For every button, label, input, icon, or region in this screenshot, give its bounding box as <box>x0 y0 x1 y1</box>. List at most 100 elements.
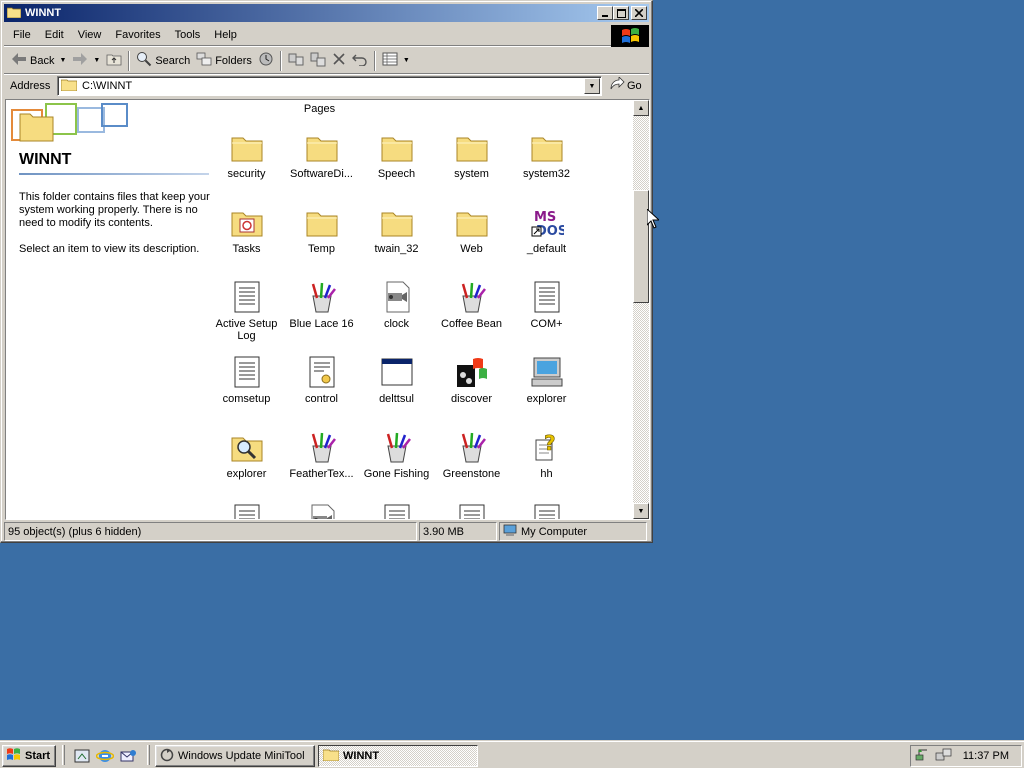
vertical-scrollbar[interactable]: ▲ ▼ <box>633 100 649 519</box>
forward-button[interactable]: ▼ <box>69 50 103 72</box>
list-item[interactable] <box>359 503 434 519</box>
clock[interactable]: 11:37 PM <box>963 750 1009 762</box>
list-item-label: COM+ <box>530 318 563 330</box>
partial-item-label: Pages <box>303 103 336 115</box>
close-button[interactable] <box>631 6 647 20</box>
list-item[interactable]: Active Setup Log <box>209 280 284 342</box>
folder-view: WINNT This folder contains files that ke… <box>5 99 650 520</box>
address-input[interactable]: C:\WINNT ▼ <box>57 76 602 96</box>
list-item[interactable]: Pages <box>282 103 357 115</box>
copy-to-button[interactable] <box>307 50 329 72</box>
list-item[interactable]: delttsul <box>359 355 434 405</box>
list-item[interactable] <box>209 503 284 519</box>
up-folder-icon <box>106 52 122 69</box>
scroll-thumb[interactable] <box>633 190 649 303</box>
minimize-button[interactable] <box>597 6 613 20</box>
taskbar-handle[interactable] <box>147 745 150 765</box>
object-count-text: 95 object(s) (plus 6 hidden) <box>8 525 142 538</box>
status-bar: 95 object(s) (plus 6 hidden) 3.90 MB My … <box>4 522 649 541</box>
show-desktop-icon[interactable] <box>73 747 91 765</box>
list-item[interactable]: Blue Lace 16 <box>284 280 359 330</box>
history-button[interactable] <box>255 50 277 72</box>
list-item[interactable] <box>284 503 359 519</box>
list-item[interactable]: system <box>434 130 509 180</box>
title-bar[interactable]: WINNT <box>4 4 649 22</box>
search-button[interactable]: Search <box>133 50 193 72</box>
task-button-windows-update[interactable]: Windows Update MiniTool <box>155 745 315 767</box>
zone-text: My Computer <box>521 525 588 538</box>
list-item[interactable]: Temp <box>284 205 359 255</box>
folders-button[interactable]: Folders <box>193 50 255 72</box>
menu-file[interactable]: File <box>6 27 38 43</box>
windows-logo-icon <box>611 25 649 47</box>
list-item-label: Blue Lace 16 <box>289 318 354 330</box>
chevron-down-icon[interactable]: ▼ <box>403 57 410 64</box>
list-item[interactable]: system32 <box>509 130 584 180</box>
list-item[interactable]: Web <box>434 205 509 255</box>
delete-button[interactable] <box>329 50 349 72</box>
undo-button[interactable] <box>349 50 371 72</box>
selection-hint: Select an item to view its description. <box>19 243 200 255</box>
start-button[interactable]: Start <box>2 745 56 767</box>
network-tray-icon[interactable] <box>915 747 933 766</box>
go-button[interactable]: Go <box>609 76 642 94</box>
list-item[interactable]: Tasks <box>209 205 284 255</box>
list-item[interactable] <box>509 503 584 519</box>
up-folder-button[interactable] <box>103 50 125 72</box>
toolbar-separator <box>373 50 376 71</box>
list-item[interactable]: Greenstone <box>434 430 509 480</box>
views-button[interactable]: ▼ <box>379 50 413 72</box>
folder-icon <box>359 130 434 164</box>
scroll-up-button[interactable]: ▲ <box>633 100 649 116</box>
menu-tools[interactable]: Tools <box>168 27 208 43</box>
list-item[interactable]: COM+ <box>509 280 584 330</box>
outlook-express-icon[interactable] <box>119 747 137 765</box>
task-button-winnt[interactable]: WINNT <box>318 745 478 767</box>
svg-text:?: ? <box>544 431 556 455</box>
list-item[interactable]: discover <box>434 355 509 405</box>
maximize-button[interactable] <box>613 6 629 20</box>
address-label: Address <box>10 80 51 92</box>
back-button[interactable]: Back ▼ <box>8 50 69 72</box>
address-dropdown-button[interactable]: ▼ <box>584 78 600 94</box>
list-item[interactable]: ? hh <box>509 430 584 480</box>
list-item[interactable]: explorer <box>209 430 284 480</box>
list-item[interactable]: clock <box>359 280 434 330</box>
list-item[interactable]: security <box>209 130 284 180</box>
list-item[interactable]: FeatherTex... <box>284 430 359 480</box>
back-label: Back <box>30 54 55 67</box>
connection-tray-icon[interactable] <box>935 747 953 766</box>
menu-help[interactable]: Help <box>207 27 244 43</box>
internet-explorer-icon[interactable] <box>95 747 115 765</box>
delete-icon <box>332 52 346 69</box>
discover-app-icon <box>434 355 509 389</box>
explorer-window: WINNT File Edit View Favorites Tools Hel… <box>0 0 653 543</box>
text-file-icon <box>509 280 584 314</box>
list-item[interactable]: Gone Fishing <box>359 430 434 480</box>
list-item[interactable]: control <box>284 355 359 405</box>
list-item[interactable]: twain_32 <box>359 205 434 255</box>
list-item[interactable]: Coffee Bean <box>434 280 509 330</box>
menu-edit[interactable]: Edit <box>38 27 71 43</box>
start-label: Start <box>25 750 51 762</box>
menu-view[interactable]: View <box>71 27 109 43</box>
list-item[interactable]: SoftwareDi... <box>284 130 359 180</box>
text-file-icon <box>209 280 284 314</box>
chevron-down-icon[interactable]: ▼ <box>93 57 100 64</box>
list-item-label: Gone Fishing <box>363 468 430 480</box>
list-item[interactable] <box>434 503 509 519</box>
list-item[interactable]: explorer <box>509 355 584 405</box>
scroll-down-button[interactable]: ▼ <box>633 503 649 519</box>
list-item[interactable]: Speech <box>359 130 434 180</box>
list-item[interactable]: MSDOS _default <box>509 205 584 255</box>
list-item-label: hh <box>540 468 553 480</box>
folder-description: This folder contains files that keep you… <box>19 191 210 229</box>
menu-favorites[interactable]: Favorites <box>108 27 167 43</box>
quicklaunch-handle[interactable] <box>62 745 65 765</box>
chevron-down-icon[interactable]: ▼ <box>59 57 66 64</box>
folders-icon <box>196 51 212 70</box>
go-label: Go <box>627 79 642 92</box>
move-to-button[interactable] <box>285 50 307 72</box>
list-item[interactable]: comsetup <box>209 355 284 405</box>
menu-bar: File Edit View Favorites Tools Help <box>4 24 649 46</box>
